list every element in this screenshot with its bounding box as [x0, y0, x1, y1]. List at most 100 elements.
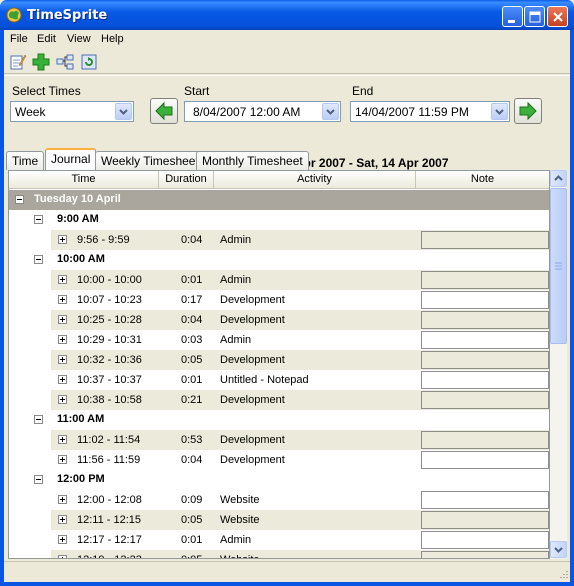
add-icon[interactable] — [32, 53, 50, 71]
journal-entry-row[interactable]: 10:25 - 10:28 0:04 Development — [9, 310, 549, 330]
journal-entry-row[interactable]: 10:07 - 10:23 0:17 Development — [9, 290, 549, 310]
journal-entry-row[interactable]: 10:29 - 10:31 0:03 Admin — [9, 330, 549, 350]
note-input[interactable] — [421, 511, 549, 529]
hour-group-row[interactable]: 12:00 PM — [9, 470, 549, 490]
tab-journal[interactable]: Journal — [45, 148, 97, 170]
journal-entry-row[interactable]: 12:19 - 12:23 0:05 Website — [9, 550, 549, 558]
note-input[interactable] — [421, 231, 549, 249]
expand-icon[interactable] — [58, 315, 67, 324]
entry-duration: 0:09 — [181, 494, 203, 506]
hierarchy-icon[interactable] — [56, 53, 74, 71]
scroll-up-button[interactable] — [550, 170, 567, 187]
note-input[interactable] — [421, 351, 549, 369]
entry-duration: 0:21 — [181, 394, 203, 406]
note-input[interactable] — [421, 391, 549, 409]
day-group-row[interactable]: Tuesday 10 April — [9, 190, 549, 210]
expand-icon[interactable] — [58, 355, 67, 364]
view-tabs: Time Journal Weekly Timesheet Monthly Ti… — [4, 148, 570, 170]
journal-entry-row[interactable]: 9:56 - 9:59 0:04 Admin — [9, 230, 549, 250]
tab-time[interactable]: Time — [6, 151, 45, 170]
expand-icon[interactable] — [58, 455, 67, 464]
close-button[interactable] — [547, 6, 568, 27]
hour-group-row[interactable]: 9:00 AM — [9, 210, 549, 230]
entry-activity: Admin — [220, 274, 252, 286]
note-input[interactable] — [421, 271, 549, 289]
journal-entry-row[interactable]: 10:38 - 10:58 0:21 Development — [9, 390, 549, 410]
note-input[interactable] — [421, 551, 549, 558]
note-input[interactable] — [421, 531, 549, 549]
select-times-dropdown[interactable]: Week — [10, 101, 134, 122]
expand-icon[interactable] — [58, 535, 67, 544]
entry-duration: 0:05 — [181, 554, 202, 558]
resize-grip-icon[interactable] — [556, 568, 568, 580]
minimize-button[interactable] — [502, 6, 523, 27]
expand-icon[interactable] — [58, 555, 67, 558]
collapse-icon[interactable] — [15, 195, 24, 204]
expand-icon[interactable] — [58, 235, 67, 244]
menu-edit[interactable]: Edit — [37, 33, 56, 45]
vertical-scrollbar[interactable] — [550, 170, 567, 559]
note-input[interactable] — [421, 451, 549, 469]
entry-activity: Development — [220, 434, 285, 446]
note-input[interactable] — [421, 371, 549, 389]
entry-activity: Development — [220, 354, 285, 366]
note-input[interactable] — [421, 491, 549, 509]
journal-entry-row[interactable]: 11:02 - 11:54 0:53 Development — [9, 430, 549, 450]
column-header-activity[interactable]: Activity — [214, 171, 416, 189]
scroll-down-button[interactable] — [550, 541, 567, 558]
note-input[interactable] — [421, 291, 549, 309]
entry-activity: Admin — [220, 534, 252, 546]
expand-icon[interactable] — [58, 395, 67, 404]
tab-monthly-timesheet[interactable]: Monthly Timesheet — [196, 151, 309, 170]
hour-group-row[interactable]: 11:00 AM — [9, 410, 549, 430]
expand-icon[interactable] — [58, 375, 67, 384]
journal-entry-row[interactable]: 11:56 - 11:59 0:04 Development — [9, 450, 549, 470]
journal-entry-row[interactable]: 10:32 - 10:36 0:05 Development — [9, 350, 549, 370]
client-area: File Edit View Help Select Times Week St… — [4, 30, 570, 582]
entry-time: 10:32 - 10:36 — [77, 354, 142, 366]
note-input[interactable] — [421, 331, 549, 349]
start-label: Start — [184, 84, 210, 98]
expand-icon[interactable] — [58, 495, 67, 504]
hour-group-label: 9:00 AM — [57, 213, 99, 225]
expand-icon[interactable] — [58, 435, 67, 444]
next-period-button[interactable] — [514, 98, 542, 124]
chevron-down-icon[interactable] — [491, 103, 508, 120]
journal-entry-row[interactable]: 12:17 - 12:17 0:01 Admin — [9, 530, 549, 550]
menu-file[interactable]: File — [10, 33, 28, 45]
column-header-duration[interactable]: Duration — [159, 171, 214, 189]
chevron-down-icon[interactable] — [115, 103, 132, 120]
note-input[interactable] — [421, 311, 549, 329]
previous-period-button[interactable] — [150, 98, 178, 124]
scroll-thumb[interactable] — [550, 188, 567, 344]
window-title: TimeSprite — [27, 8, 108, 23]
expand-icon[interactable] — [58, 335, 67, 344]
title-bar[interactable]: TimeSprite — [0, 0, 574, 30]
start-datetime-picker[interactable]: 8/04/2007 12:00 AM — [184, 101, 341, 122]
journal-entry-row[interactable]: 12:00 - 12:08 0:09 Website — [9, 490, 549, 510]
column-header-note[interactable]: Note — [416, 171, 549, 189]
hour-group-row[interactable]: 10:00 AM — [9, 250, 549, 270]
start-datetime-value: 8/04/2007 12:00 AM — [193, 105, 301, 119]
menu-help[interactable]: Help — [101, 33, 124, 45]
collapse-icon[interactable] — [34, 255, 43, 264]
journal-entry-row[interactable]: 12:11 - 12:15 0:05 Website — [9, 510, 549, 530]
collapse-icon[interactable] — [34, 415, 43, 424]
collapse-icon[interactable] — [34, 215, 43, 224]
chevron-down-icon[interactable] — [322, 103, 339, 120]
tab-weekly-timesheet[interactable]: Weekly Timesheet — [95, 151, 205, 170]
end-datetime-picker[interactable]: 14/04/2007 11:59 PM — [350, 101, 510, 122]
expand-icon[interactable] — [58, 515, 67, 524]
menu-view[interactable]: View — [67, 33, 91, 45]
maximize-button[interactable] — [524, 6, 545, 27]
expand-icon[interactable] — [58, 275, 67, 284]
column-header-time[interactable]: Time — [9, 171, 159, 189]
expand-icon[interactable] — [58, 295, 67, 304]
refresh-icon[interactable] — [80, 53, 98, 71]
edit-icon[interactable] — [9, 53, 27, 71]
entry-activity: Admin — [220, 234, 252, 246]
journal-entry-row[interactable]: 10:37 - 10:37 0:01 Untitled - Notepad — [9, 370, 549, 390]
note-input[interactable] — [421, 431, 549, 449]
journal-entry-row[interactable]: 10:00 - 10:00 0:01 Admin — [9, 270, 549, 290]
collapse-icon[interactable] — [34, 475, 43, 484]
